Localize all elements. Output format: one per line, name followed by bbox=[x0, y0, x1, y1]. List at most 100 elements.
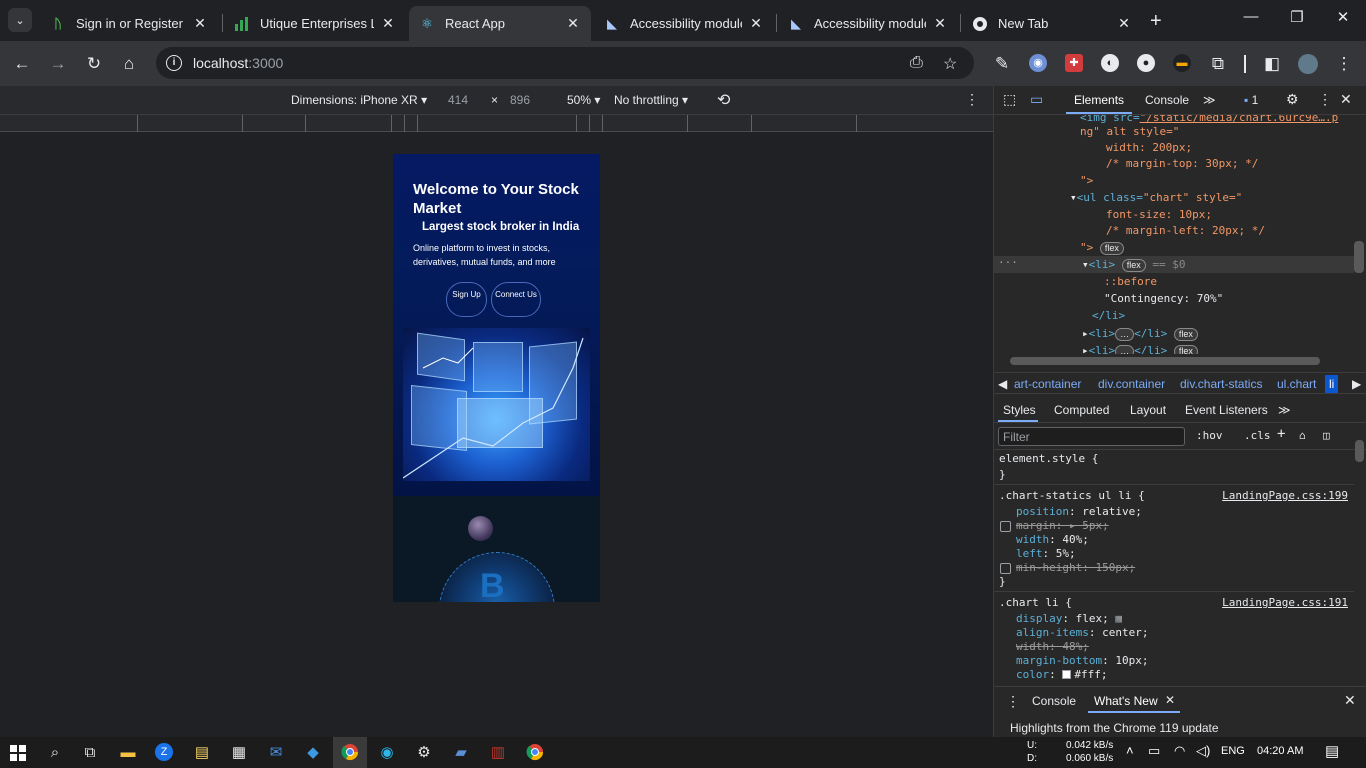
color-swatch[interactable] bbox=[1062, 670, 1072, 679]
rotate-icon[interactable]: ⟲ bbox=[717, 90, 730, 110]
subtab-layout[interactable]: Layout bbox=[1130, 403, 1166, 417]
zoom-select[interactable]: 50% ▾ bbox=[567, 93, 600, 107]
issues-badge[interactable]: ▪ 1 bbox=[1244, 93, 1258, 107]
breadcrumb-item[interactable]: art-container bbox=[1014, 377, 1081, 391]
paint-brush-icon[interactable]: ⌂ bbox=[1299, 429, 1306, 442]
restore-button[interactable]: ❐ bbox=[1274, 8, 1320, 26]
notepad-icon[interactable]: ▤ bbox=[192, 743, 212, 763]
tab-elements[interactable]: Elements bbox=[1074, 93, 1124, 107]
drawer-tab-console[interactable]: Console bbox=[1032, 694, 1076, 708]
devtools-menu-icon[interactable]: ⋮ bbox=[1318, 91, 1332, 108]
close-tab-icon[interactable]: ✕ bbox=[1116, 15, 1132, 32]
breadcrumb-current[interactable]: li bbox=[1325, 375, 1339, 393]
device-dimensions-select[interactable]: Dimensions: iPhone XR ▾ bbox=[291, 93, 427, 107]
eyedropper-extension-icon[interactable]: ✎ bbox=[991, 53, 1013, 75]
minimize-button[interactable]: — bbox=[1228, 8, 1274, 25]
device-height-input[interactable]: 896 bbox=[510, 93, 530, 107]
styles-pane[interactable]: element.style { } .chart-statics ul li {… bbox=[994, 450, 1354, 685]
bookmark-star-icon[interactable]: ☆ bbox=[943, 54, 957, 74]
close-drawer-icon[interactable]: ✕ bbox=[1344, 692, 1356, 709]
tab-sign-in[interactable]: ᚢ Sign in or Register | A ✕ bbox=[40, 6, 218, 41]
throttling-select[interactable]: No throttling ▾ bbox=[614, 93, 688, 107]
breadcrumb-right-icon[interactable]: ▶ bbox=[1352, 377, 1361, 391]
chrome-profile-icon[interactable] bbox=[525, 743, 545, 763]
windows-start-icon[interactable] bbox=[8, 743, 28, 763]
url-text[interactable]: localhost:3000 bbox=[193, 55, 283, 71]
close-whats-new-icon[interactable]: ✕ bbox=[1165, 693, 1175, 707]
tab-new-tab[interactable]: New Tab ✕ bbox=[962, 6, 1142, 41]
more-tabs-icon[interactable]: ≫ bbox=[1203, 93, 1216, 107]
language-indicator[interactable]: ENG bbox=[1221, 745, 1245, 757]
drawer-tab-whats-new[interactable]: What's New bbox=[1094, 694, 1158, 708]
connect-us-button[interactable]: Connect Us bbox=[491, 282, 541, 317]
inspect-element-icon[interactable]: ⬚ bbox=[1003, 91, 1016, 108]
breadcrumb-item[interactable]: ul.chart bbox=[1277, 377, 1316, 391]
tab-search-button[interactable]: ⌄ bbox=[8, 8, 32, 32]
settings-gear-icon[interactable]: ⚙ bbox=[414, 743, 434, 763]
close-tab-icon[interactable]: ✕ bbox=[748, 15, 764, 32]
install-app-icon[interactable]: ⎙ bbox=[910, 54, 923, 72]
volume-icon[interactable]: ◁) bbox=[1196, 743, 1210, 759]
flex-editor-icon[interactable]: ▦ bbox=[1115, 612, 1122, 625]
chrome-icon[interactable] bbox=[340, 743, 360, 763]
elements-tree[interactable]: <img src="/static/media/chart.6urc9e….p … bbox=[994, 115, 1354, 355]
tab-accessibility-1[interactable]: ◣ Accessibility module ✕ bbox=[594, 6, 774, 41]
extension-icon[interactable]: ● bbox=[1137, 54, 1155, 72]
drawer-menu-icon[interactable]: ⋮ bbox=[1006, 693, 1020, 710]
show-hidden-icons-chevron-icon[interactable]: ˄ bbox=[1126, 743, 1134, 758]
task-view-icon[interactable]: ⧉ bbox=[80, 743, 100, 763]
subtab-event-listeners[interactable]: Event Listeners bbox=[1185, 403, 1268, 417]
notification-center-icon[interactable]: ▤ bbox=[1325, 742, 1339, 760]
sign-up-button[interactable]: Sign Up bbox=[446, 282, 487, 317]
winrar-icon[interactable]: ▥ bbox=[488, 743, 508, 763]
tab-console[interactable]: Console bbox=[1145, 93, 1189, 107]
edge-icon[interactable]: ◉ bbox=[377, 743, 397, 763]
elements-scrollbar[interactable] bbox=[1354, 241, 1364, 273]
profile-avatar[interactable] bbox=[1298, 54, 1318, 74]
source-link[interactable]: LandingPage.css:199 bbox=[1222, 489, 1348, 502]
breadcrumb-item[interactable]: div.container bbox=[1098, 377, 1165, 391]
styles-scrollbar[interactable] bbox=[1355, 440, 1364, 462]
vscode-icon[interactable]: ◆ bbox=[303, 743, 323, 763]
zoom-app-icon[interactable]: Z bbox=[155, 743, 173, 761]
close-tab-icon[interactable]: ✕ bbox=[565, 15, 581, 32]
extension-icon[interactable]: ✚ bbox=[1065, 54, 1083, 72]
clock[interactable]: 04:20 AM bbox=[1257, 745, 1303, 757]
property-checkbox[interactable] bbox=[1000, 521, 1011, 532]
close-devtools-icon[interactable]: ✕ bbox=[1340, 91, 1352, 108]
tab-react-app[interactable]: ⚛ React App ✕ bbox=[409, 6, 591, 41]
new-style-rule-icon[interactable]: + bbox=[1277, 426, 1285, 442]
breadcrumb-left-icon[interactable]: ◀ bbox=[998, 377, 1007, 391]
subtab-styles[interactable]: Styles bbox=[1003, 403, 1036, 417]
extension-icon[interactable]: ◉ bbox=[1029, 54, 1047, 72]
device-toolbar-menu-icon[interactable]: ⋮ bbox=[965, 91, 979, 108]
hover-state-toggle[interactable]: :hov bbox=[1196, 429, 1223, 442]
browser-menu-icon[interactable]: ⋮ bbox=[1333, 53, 1355, 75]
extension-icon[interactable]: ▬ bbox=[1173, 54, 1191, 72]
media-query-ruler[interactable] bbox=[0, 115, 993, 132]
device-width-input[interactable]: 414 bbox=[448, 93, 468, 107]
source-link[interactable]: LandingPage.css:191 bbox=[1222, 596, 1348, 609]
computed-sidebar-icon[interactable]: ◫ bbox=[1323, 429, 1330, 442]
close-tab-icon[interactable]: ✕ bbox=[380, 15, 396, 32]
new-tab-button[interactable]: + bbox=[1150, 10, 1162, 33]
class-toggle[interactable]: .cls bbox=[1244, 429, 1271, 442]
close-tab-icon[interactable]: ✕ bbox=[192, 15, 208, 32]
address-bar[interactable]: i localhost:3000 ⎙ ☆ bbox=[156, 47, 974, 79]
devtools-settings-icon[interactable]: ⚙ bbox=[1286, 91, 1299, 108]
terminal-icon[interactable]: ▰ bbox=[451, 743, 471, 763]
back-button[interactable]: ← bbox=[11, 53, 33, 75]
close-tab-icon[interactable]: ✕ bbox=[932, 15, 948, 32]
mail-icon[interactable]: ✉ bbox=[266, 743, 286, 763]
extensions-puzzle-icon[interactable]: ⧉ bbox=[1207, 53, 1229, 75]
reload-button[interactable]: ↻ bbox=[83, 53, 105, 75]
file-explorer-icon[interactable]: ▬ bbox=[118, 743, 138, 763]
site-info-icon[interactable]: i bbox=[166, 55, 182, 71]
side-panel-icon[interactable]: ◧ bbox=[1261, 53, 1283, 75]
tab-accessibility-2[interactable]: ◣ Accessibility module ✕ bbox=[778, 6, 958, 41]
forward-button[interactable]: → bbox=[47, 53, 69, 75]
styles-filter-input[interactable]: Filter bbox=[998, 427, 1185, 446]
subtab-computed[interactable]: Computed bbox=[1054, 403, 1109, 417]
wifi-icon[interactable]: ◠ bbox=[1174, 743, 1185, 759]
home-button[interactable]: ⌂ bbox=[118, 53, 140, 75]
